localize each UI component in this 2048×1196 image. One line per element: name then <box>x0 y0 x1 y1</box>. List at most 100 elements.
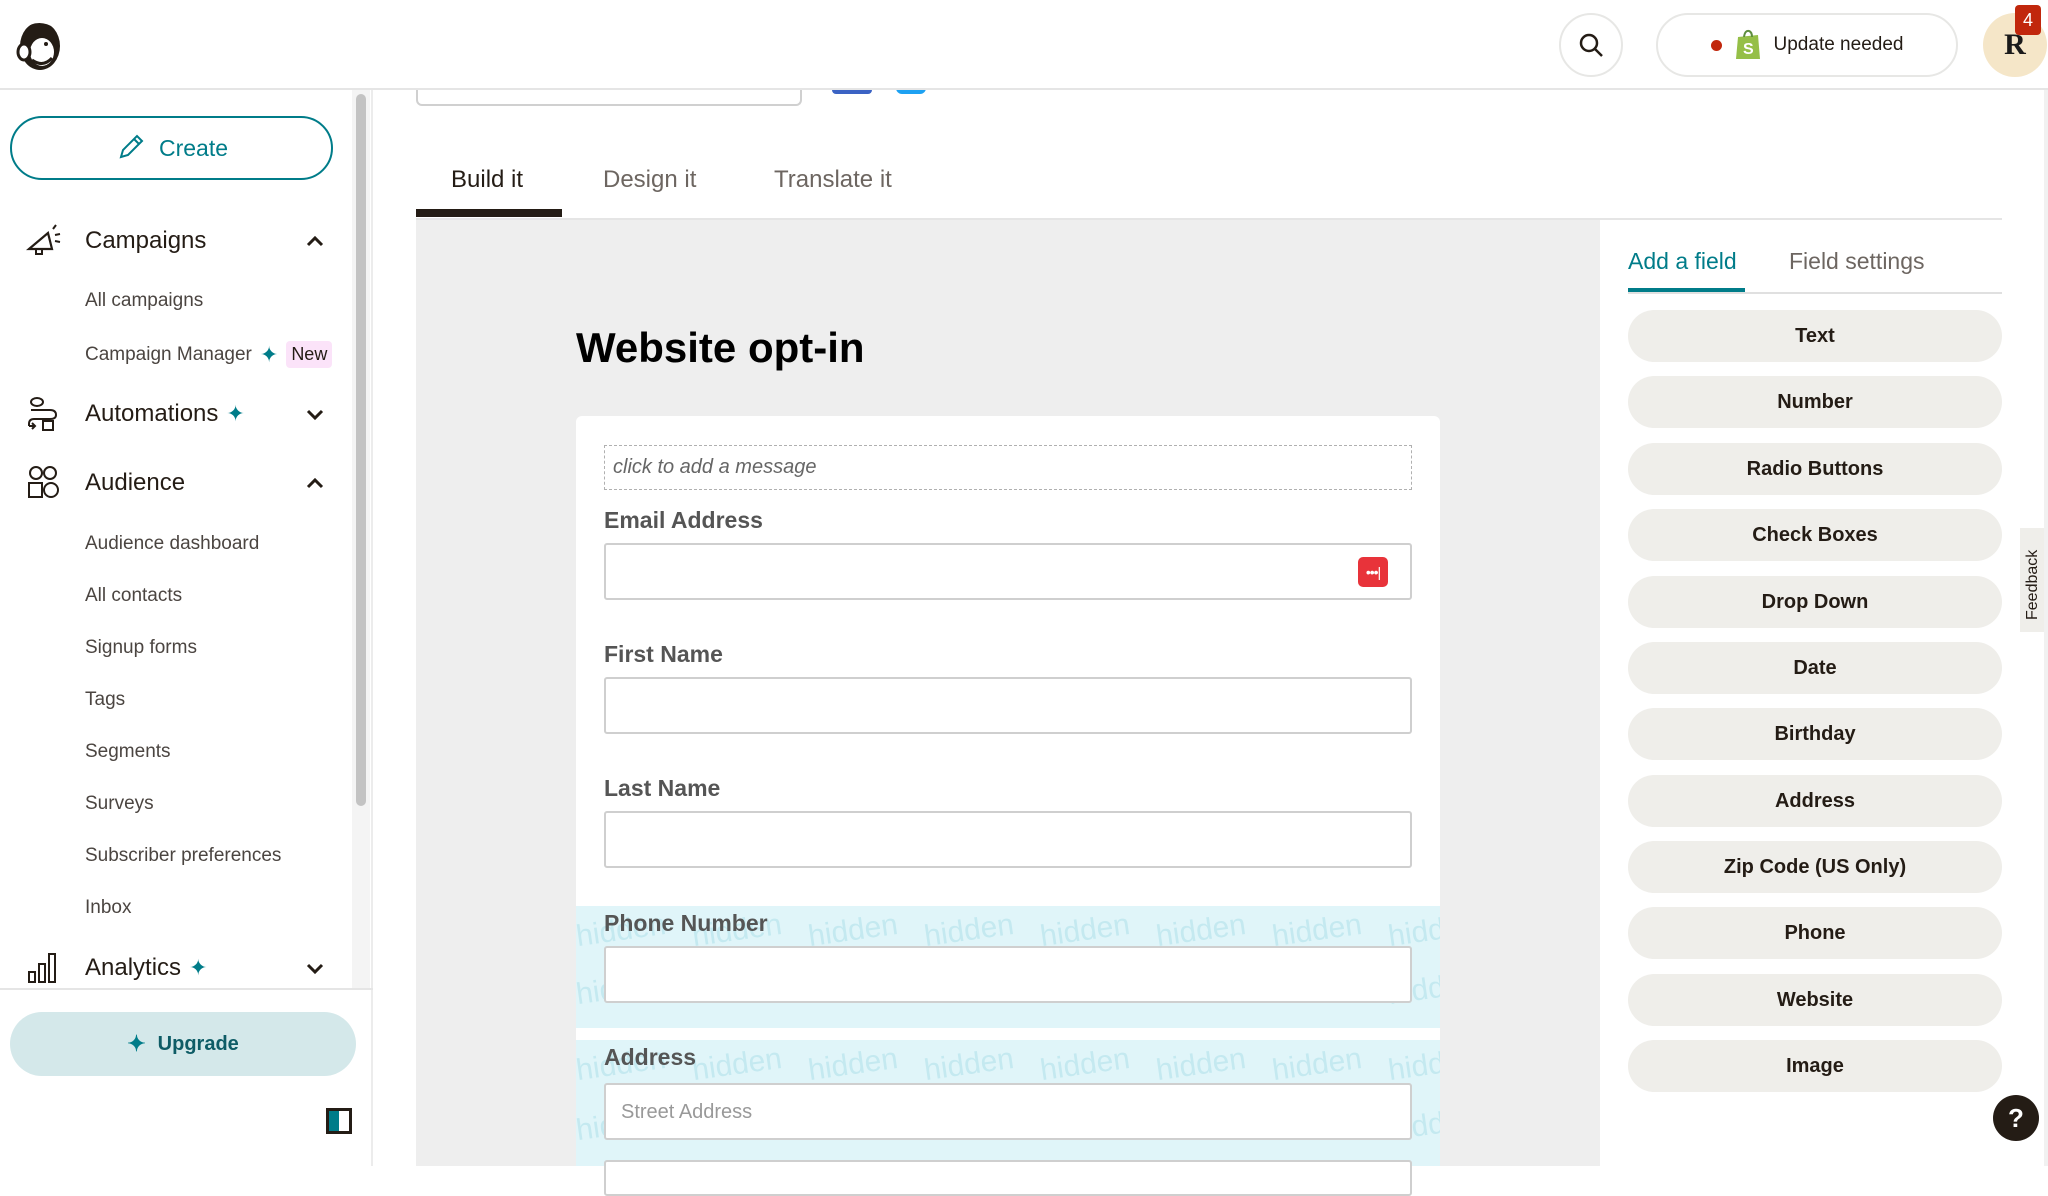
sidebar-item-surveys[interactable]: Surveys <box>85 793 154 815</box>
first-name-label[interactable]: First Name <box>604 641 723 668</box>
add-website-field-button[interactable]: Website <box>1628 974 2002 1026</box>
street-address-input[interactable]: Street Address <box>604 1083 1412 1140</box>
address-label[interactable]: Address <box>604 1044 696 1071</box>
address-line-2-input[interactable] <box>604 1160 1412 1196</box>
tab-field-settings[interactable]: Field settings <box>1789 248 1925 275</box>
campaign-manager-label: Campaign Manager <box>85 343 252 365</box>
top-header: S Update needed R 4 <box>0 0 2048 90</box>
sidebar-item-subscriber-preferences[interactable]: Subscriber preferences <box>85 845 281 867</box>
chevron-down-icon[interactable] <box>302 401 328 427</box>
search-button[interactable] <box>1559 13 1623 77</box>
automation-flow-icon <box>28 397 58 431</box>
status-dot-icon <box>1710 39 1722 51</box>
add-date-field-button[interactable]: Date <box>1628 642 2002 694</box>
chevron-down-icon[interactable] <box>302 955 328 981</box>
tags-label: Tags <box>85 689 126 710</box>
add-image-field-button[interactable]: Image <box>1628 1040 2002 1092</box>
phone-number-label[interactable]: Phone Number <box>604 910 768 937</box>
tab-build-it[interactable]: Build it <box>451 166 523 194</box>
shopify-bag-icon: S <box>1735 29 1760 59</box>
tab-add-a-field[interactable]: Add a field <box>1628 248 1737 275</box>
feedback-label[interactable]: Feedback <box>2024 550 2042 620</box>
audience-icon <box>28 466 59 498</box>
sidebar-item-all-contacts[interactable]: All contacts <box>85 585 182 607</box>
add-zip-code-field-button[interactable]: Zip Code (US Only) <box>1628 841 2002 893</box>
email-address-label[interactable]: Email Address <box>604 507 763 534</box>
pencil-icon <box>119 134 144 159</box>
hidden-watermark: hidden <box>1386 1041 1440 1088</box>
add-address-field-button[interactable]: Address <box>1628 775 2002 827</box>
create-button[interactable]: Create <box>10 116 333 180</box>
notification-badge: 4 <box>2015 5 2041 35</box>
tab-translate-it[interactable]: Translate it <box>774 166 892 194</box>
active-tab-indicator <box>416 209 562 217</box>
sparkle-icon: ✦ <box>259 341 279 367</box>
audience-dashboard-label: Audience dashboard <box>85 533 260 554</box>
last-name-input[interactable] <box>604 811 1412 868</box>
sidebar-item-campaign-manager[interactable]: Campaign Manager ✦ New <box>85 341 333 368</box>
sidebar-item-audience-dashboard[interactable]: Audience dashboard <box>85 533 259 555</box>
sidebar-item-analytics[interactable]: Analytics ✦ <box>0 943 350 993</box>
last-name-label[interactable]: Last Name <box>604 775 720 802</box>
bar-chart-icon <box>28 953 56 983</box>
add-number-field-button[interactable]: Number <box>1628 376 2002 428</box>
update-needed-label: Update needed <box>1773 34 1904 55</box>
active-panel-tab-indicator <box>1628 288 1745 292</box>
surveys-label: Surveys <box>85 793 154 814</box>
sparkle-icon: ✦ <box>226 401 245 426</box>
password-manager-icon[interactable]: •••| <box>1358 557 1388 587</box>
sidebar-scrollbar-thumb[interactable] <box>356 94 366 806</box>
add-phone-field-button[interactable]: Phone <box>1628 907 2002 959</box>
add-check-boxes-field-button[interactable]: Check Boxes <box>1628 509 2002 561</box>
sparkle-icon: ✦ <box>127 1031 146 1056</box>
megaphone-icon <box>26 224 61 255</box>
segments-label: Segments <box>85 741 171 762</box>
sidebar-item-automations[interactable]: Automations ✦ <box>0 389 350 439</box>
hidden-watermark: hidden <box>690 1041 784 1088</box>
tab-design-it[interactable]: Design it <box>603 166 696 194</box>
create-label: Create <box>158 134 229 161</box>
mailchimp-logo-icon[interactable] <box>10 14 68 74</box>
audience-label: Audience <box>85 469 186 496</box>
upgrade-label: Upgrade <box>157 1032 239 1055</box>
field-panel-tabs: Add a field Field settings <box>1628 246 2002 294</box>
search-icon <box>1579 33 1603 57</box>
help-button[interactable]: ? <box>1993 1095 2039 1141</box>
collapse-sidebar-icon[interactable] <box>326 1108 352 1134</box>
sparkle-icon: ✦ <box>189 955 208 980</box>
add-birthday-field-button[interactable]: Birthday <box>1628 708 2002 760</box>
sidebar-item-segments[interactable]: Segments <box>85 741 171 763</box>
add-text-field-button[interactable]: Text <box>1628 310 2002 362</box>
hidden-watermark: hidden <box>1038 1041 1132 1088</box>
upgrade-button[interactable]: ✦ Upgrade <box>10 1012 356 1076</box>
sidebar-item-tags[interactable]: Tags <box>85 689 125 711</box>
sidebar-item-campaigns[interactable]: Campaigns <box>0 216 350 266</box>
chevron-up-icon[interactable] <box>302 228 328 254</box>
new-badge: New <box>286 341 333 368</box>
update-needed-button[interactable]: S Update needed <box>1656 13 1958 77</box>
chevron-up-icon[interactable] <box>302 470 328 496</box>
sidebar-item-audience[interactable]: Audience <box>0 458 350 508</box>
first-name-input[interactable] <box>604 677 1412 734</box>
message-placeholder[interactable]: click to add a message <box>604 445 1412 490</box>
all-campaigns-label: All campaigns <box>85 290 204 311</box>
sidebar-item-signup-forms[interactable]: Signup forms <box>85 637 197 659</box>
svg-text:S: S <box>1743 41 1754 58</box>
sidebar: Create Campaigns All campaigns Campaign … <box>0 90 373 1166</box>
sidebar-item-inbox[interactable]: Inbox <box>85 897 131 919</box>
sidebar-divider <box>0 988 373 990</box>
hidden-watermark: hidden <box>1270 1041 1364 1088</box>
hidden-watermark: hidden <box>806 1041 900 1088</box>
analytics-label: Analytics <box>85 954 182 981</box>
email-address-input[interactable] <box>604 543 1412 600</box>
add-drop-down-field-button[interactable]: Drop Down <box>1628 576 2002 628</box>
sidebar-item-all-campaigns[interactable]: All campaigns <box>85 290 203 312</box>
form-title[interactable]: Website opt-in <box>576 324 865 372</box>
hidden-watermark: hidden <box>922 1041 1016 1088</box>
automations-label: Automations <box>85 400 219 427</box>
add-radio-buttons-field-button[interactable]: Radio Buttons <box>1628 443 2002 495</box>
inbox-label: Inbox <box>85 897 132 918</box>
phone-number-input[interactable] <box>604 946 1412 1003</box>
subscriber-preferences-label: Subscriber preferences <box>85 845 282 866</box>
page-scrollbar-track[interactable] <box>2044 90 2048 1166</box>
